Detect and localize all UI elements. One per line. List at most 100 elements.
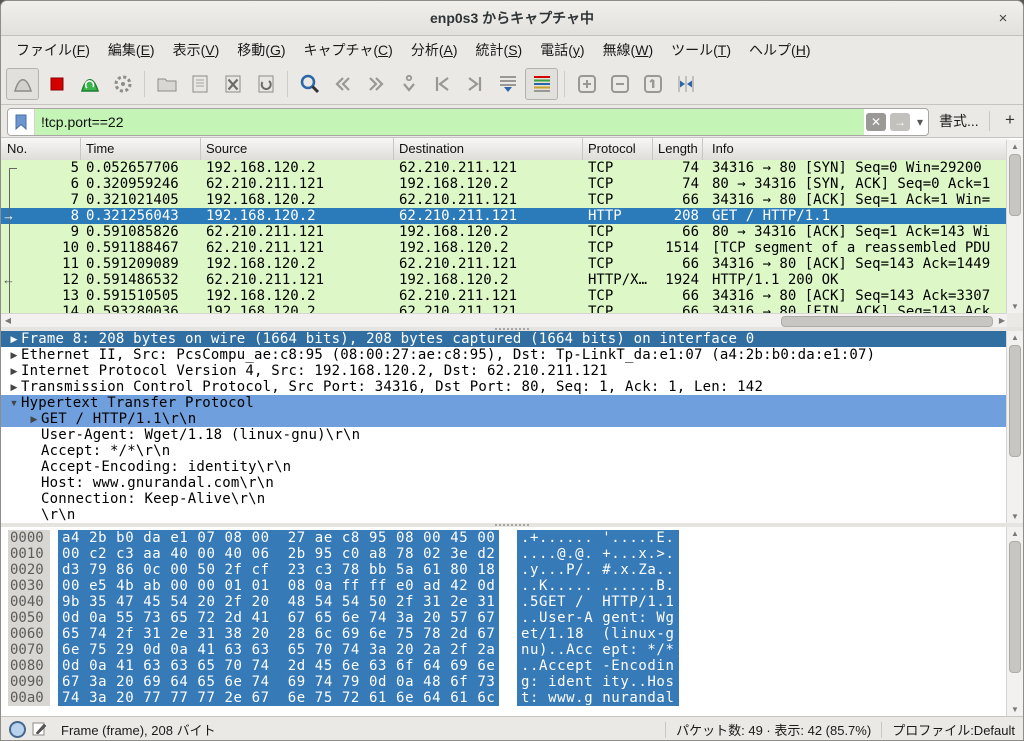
- hex-ascii[interactable]: .y...P/. #.x.Za..: [517, 562, 679, 578]
- go-to-packet-icon[interactable]: [393, 69, 424, 99]
- splitter-handle-icon[interactable]: [495, 524, 529, 526]
- zoom-original-icon[interactable]: [637, 69, 668, 99]
- hex-bytes[interactable]: 0d 0a 55 73 65 72 2d 41 67 65 6e 74 3a 2…: [58, 610, 499, 626]
- scrollbar-thumb[interactable]: [1009, 154, 1021, 216]
- expander-icon[interactable]: [27, 443, 41, 459]
- menu-item[interactable]: 統計(S): [467, 37, 532, 63]
- menu-item[interactable]: 編集(E): [99, 37, 164, 63]
- resize-columns-icon[interactable]: [670, 69, 701, 99]
- display-filter-box[interactable]: [7, 108, 929, 136]
- hex-bytes[interactable]: 00 e5 4b ab 00 00 01 01 08 0a ff ff e0 a…: [58, 578, 499, 594]
- expander-icon[interactable]: ▼: [7, 395, 21, 411]
- expander-icon[interactable]: ▶: [7, 363, 21, 379]
- packet-row[interactable]: → 8 0.321256043 192.168.120.2 62.210.211…: [1, 208, 1009, 224]
- filter-bookmark-icon[interactable]: [8, 109, 35, 135]
- packet-row[interactable]: 9 0.591085826 62.210.211.121 192.168.120…: [1, 224, 1009, 240]
- splitter-handle-icon[interactable]: [495, 328, 529, 330]
- detail-line[interactable]: Connection: Keep-Alive\r\n: [1, 491, 1009, 507]
- menu-item[interactable]: ファイル(F): [7, 37, 99, 63]
- menu-item[interactable]: ヘルプ(H): [740, 37, 819, 63]
- detail-line[interactable]: ▶ Internet Protocol Version 4, Src: 192.…: [1, 363, 1009, 379]
- hex-bytes[interactable]: 0d 0a 41 63 63 65 70 74 2d 45 6e 63 6f 6…: [58, 658, 499, 674]
- filter-expression-button[interactable]: 書式...: [939, 111, 979, 131]
- expander-icon[interactable]: ▶: [27, 411, 41, 427]
- close-window-icon[interactable]: ×: [993, 8, 1013, 28]
- hex-ascii[interactable]: et/1.18 (linux-g: [517, 626, 679, 642]
- capture-options-icon[interactable]: [107, 69, 138, 99]
- go-last-packet-icon[interactable]: [459, 69, 490, 99]
- find-packet-icon[interactable]: [294, 69, 325, 99]
- open-file-icon[interactable]: [151, 69, 182, 99]
- hex-ascii[interactable]: ....@.@. +...x.>.: [517, 546, 679, 562]
- go-first-packet-icon[interactable]: [426, 69, 457, 99]
- hex-bytes[interactable]: 67 3a 20 69 64 65 6e 74 69 74 79 0d 0a 4…: [58, 674, 499, 690]
- detail-line[interactable]: \r\n: [1, 507, 1009, 523]
- hex-bytes[interactable]: 74 3a 20 77 77 77 2e 67 6e 75 72 61 6e 6…: [58, 690, 499, 706]
- hex-bytes[interactable]: a4 2b b0 da e1 07 08 00 27 ae c8 95 08 0…: [58, 530, 499, 546]
- reload-file-icon[interactable]: [250, 69, 281, 99]
- menu-item[interactable]: キャプチャ(C): [295, 37, 402, 63]
- packet-row[interactable]: 5 0.052657706 192.168.120.2 62.210.211.1…: [1, 160, 1009, 176]
- detail-line[interactable]: Accept: */*\r\n: [1, 443, 1009, 459]
- go-back-icon[interactable]: [327, 69, 358, 99]
- column-header-no[interactable]: No.: [1, 138, 81, 160]
- hex-ascii[interactable]: t: www.g nurandal: [517, 690, 679, 706]
- status-profile[interactable]: プロファイル:Default: [892, 720, 1015, 739]
- hex-bytes[interactable]: d3 79 86 0c 00 50 2f cf 23 c3 78 bb 5a 6…: [58, 562, 499, 578]
- detail-line[interactable]: Host: www.gnurandal.com\r\n: [1, 475, 1009, 491]
- hex-ascii[interactable]: .5GET / HTTP/1.1: [517, 594, 679, 610]
- column-header-source[interactable]: Source: [201, 138, 394, 160]
- detail-line[interactable]: ▼ Hypertext Transfer Protocol: [1, 395, 1009, 411]
- filter-clear-icon[interactable]: [866, 113, 886, 131]
- menu-item[interactable]: 移動(G): [228, 37, 294, 63]
- scroll-left-icon[interactable]: [1, 314, 15, 328]
- packet-row[interactable]: ← 12 0.591486532 62.210.211.121 192.168.…: [1, 272, 1009, 288]
- expander-icon[interactable]: [27, 491, 41, 507]
- detail-line[interactable]: ▶ GET / HTTP/1.1\r\n: [1, 411, 1009, 427]
- menu-item[interactable]: 無線(W): [594, 37, 663, 63]
- packet-row[interactable]: 6 0.320959246 62.210.211.121 192.168.120…: [1, 176, 1009, 192]
- expander-icon[interactable]: [27, 459, 41, 475]
- expander-icon[interactable]: ▶: [7, 347, 21, 363]
- expert-info-icon[interactable]: [9, 721, 26, 738]
- detail-line[interactable]: User-Agent: Wget/1.18 (linux-gnu)\r\n: [1, 427, 1009, 443]
- column-header-destination[interactable]: Destination: [394, 138, 583, 160]
- expander-icon[interactable]: [27, 475, 41, 491]
- hex-ascii[interactable]: ..Accept -Encodin: [517, 658, 679, 674]
- hex-ascii[interactable]: ..K..... ......B.: [517, 578, 679, 594]
- filter-dropdown-icon[interactable]: [914, 113, 926, 131]
- detail-line[interactable]: Accept-Encoding: identity\r\n: [1, 459, 1009, 475]
- expander-icon[interactable]: ▶: [7, 331, 21, 347]
- filter-apply-icon[interactable]: [890, 113, 910, 131]
- packet-list-scrollbar[interactable]: [1006, 140, 1023, 313]
- restart-capture-icon[interactable]: [74, 69, 105, 99]
- capture-comment-icon[interactable]: [32, 721, 47, 739]
- scrollbar-thumb[interactable]: [1009, 541, 1021, 673]
- hex-ascii[interactable]: .+...... '.....E.: [517, 530, 679, 546]
- hex-bytes[interactable]: 65 74 2f 31 2e 31 38 20 28 6c 69 6e 75 7…: [58, 626, 499, 642]
- hex-ascii[interactable]: g: ident ity..Hos: [517, 674, 679, 690]
- detail-line[interactable]: ▶ Ethernet II, Src: PcsCompu_ae:c8:95 (0…: [1, 347, 1009, 363]
- add-filter-button[interactable]: +: [999, 108, 1021, 132]
- hex-ascii[interactable]: ..User-A gent: Wg: [517, 610, 679, 626]
- menu-item[interactable]: 分析(A): [402, 37, 467, 63]
- scroll-up-icon[interactable]: [1007, 140, 1023, 153]
- start-capture-icon[interactable]: [6, 68, 39, 100]
- packet-row[interactable]: 7 0.321021405 192.168.120.2 62.210.211.1…: [1, 192, 1009, 208]
- scroll-down-icon[interactable]: [1007, 510, 1023, 523]
- details-scrollbar[interactable]: [1006, 331, 1023, 523]
- bytes-scrollbar[interactable]: [1006, 527, 1023, 716]
- zoom-out-icon[interactable]: [604, 69, 635, 99]
- column-header-length[interactable]: Length: [653, 138, 703, 160]
- horizontal-scrollbar[interactable]: [1, 313, 1009, 328]
- packet-row[interactable]: 13 0.591510505 192.168.120.2 62.210.211.…: [1, 288, 1009, 304]
- detail-line[interactable]: ▶ Transmission Control Protocol, Src Por…: [1, 379, 1009, 395]
- zoom-in-icon[interactable]: [571, 69, 602, 99]
- column-header-protocol[interactable]: Protocol: [583, 138, 653, 160]
- scrollbar-thumb[interactable]: [781, 316, 993, 327]
- menu-item[interactable]: ツール(T): [662, 37, 740, 63]
- expander-icon[interactable]: [27, 427, 41, 443]
- go-forward-icon[interactable]: [360, 69, 391, 99]
- expander-icon[interactable]: [27, 507, 41, 523]
- scroll-up-icon[interactable]: [1007, 527, 1023, 540]
